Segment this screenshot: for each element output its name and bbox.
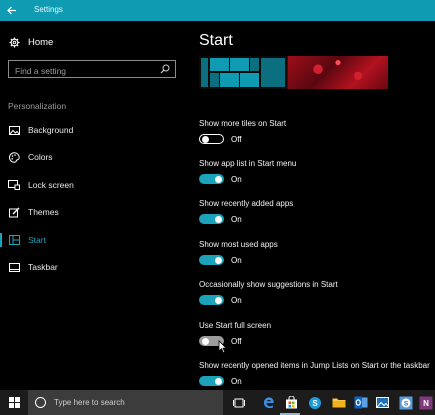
picture-icon: [8, 124, 20, 136]
setting-suggestions: Occasionally show suggestions in Start O…: [199, 280, 338, 305]
toggle-most-used[interactable]: [199, 255, 224, 265]
setting-full-screen: Use Start full screen Off: [199, 321, 271, 346]
setting-label: Show app list in Start menu: [199, 159, 297, 168]
find-setting-input[interactable]: [9, 63, 149, 79]
sidebar-item-themes[interactable]: Themes: [0, 202, 188, 222]
toggle-state: On: [231, 174, 242, 184]
sidebar-item-colors[interactable]: Colors: [0, 147, 188, 167]
toggle-state: On: [231, 376, 242, 386]
main-panel: Start Show more tiles on Start Off Show …: [188, 21, 435, 390]
start-grid-icon: [8, 234, 20, 246]
toggle-state: On: [231, 255, 242, 265]
taskbar-icon: [8, 261, 20, 273]
setting-more-tiles: Show more tiles on Start Off: [199, 119, 286, 144]
toggle-recently-added[interactable]: [199, 214, 224, 224]
preview-tiles: [199, 56, 287, 89]
monitor-lock-icon: [8, 179, 20, 191]
setting-label: Use Start full screen: [199, 321, 272, 330]
setting-label: Occasionally show suggestions in Start: [199, 280, 338, 289]
skype-icon[interactable]: S: [307, 394, 323, 411]
section-label: Personalization: [8, 101, 67, 111]
sidebar: Home Personalization Background Colors L…: [0, 21, 188, 390]
active-indicator: [0, 233, 2, 247]
onenote-icon[interactable]: N: [418, 394, 434, 411]
setting-label: Show most used apps: [199, 240, 278, 249]
brush-icon: [8, 206, 20, 218]
find-setting-box[interactable]: [8, 60, 176, 79]
task-view-icon[interactable]: [231, 394, 247, 411]
photos-icon[interactable]: [374, 394, 390, 411]
toggle-jump-lists[interactable]: [199, 376, 224, 386]
outlook-icon[interactable]: [353, 394, 369, 411]
setting-recently-added: Show recently added apps On: [199, 199, 293, 224]
setting-app-list: Show app list in Start menu On: [199, 159, 296, 184]
setting-label: Show recently opened items in Jump Lists…: [199, 361, 430, 370]
mouse-cursor-icon: [218, 340, 228, 354]
toggle-more-tiles[interactable]: [199, 134, 224, 144]
title-bar: Settings: [0, 0, 435, 21]
start-preview-image: [199, 56, 388, 89]
search-icon[interactable]: [160, 64, 170, 74]
sidebar-item-label: Lock screen: [28, 180, 74, 190]
sidebar-item-start[interactable]: Start: [0, 230, 188, 250]
cortana-icon[interactable]: [35, 397, 46, 408]
sidebar-item-label: Colors: [28, 152, 53, 162]
toggle-state: Off: [231, 336, 242, 346]
sidebar-item-background[interactable]: Background: [0, 120, 188, 140]
sidebar-item-lock-screen[interactable]: Lock screen: [0, 175, 188, 195]
taskbar-search-box[interactable]: [28, 390, 223, 415]
setting-label: Show recently added apps: [199, 199, 294, 208]
store-icon[interactable]: [283, 394, 299, 411]
svg-text:S: S: [404, 400, 409, 407]
sidebar-item-label: Taskbar: [28, 262, 58, 272]
sidebar-item-label: Background: [28, 125, 74, 135]
toggle-state: Off: [231, 134, 242, 144]
setting-most-used: Show most used apps On: [199, 240, 278, 265]
start-button[interactable]: [0, 390, 28, 415]
windows-logo-icon: [8, 397, 20, 408]
sidebar-item-taskbar[interactable]: Taskbar: [0, 257, 188, 277]
palette-icon: [8, 151, 20, 163]
back-button[interactable]: [0, 0, 24, 21]
taskbar-search-input[interactable]: [54, 398, 214, 407]
toggle-state: On: [231, 295, 242, 305]
skype-business-icon[interactable]: S: [398, 394, 414, 411]
sidebar-item-label: Start: [28, 235, 46, 245]
home-label: Home: [28, 36, 54, 48]
back-arrow-icon: [7, 6, 16, 15]
app-title: Settings: [34, 5, 63, 14]
setting-jump-lists: Show recently opened items in Jump Lists…: [199, 361, 435, 386]
setting-label: Show more tiles on Start: [199, 119, 287, 128]
edge-icon[interactable]: [260, 394, 276, 411]
toggle-state: On: [231, 214, 242, 224]
taskbar: S S N: [0, 390, 435, 415]
home-link[interactable]: Home: [8, 36, 53, 48]
sidebar-item-label: Themes: [28, 207, 59, 217]
toggle-app-list[interactable]: [199, 174, 224, 184]
svg-text:N: N: [423, 399, 429, 408]
preview-wallpaper: [288, 56, 388, 89]
file-explorer-icon[interactable]: [331, 394, 347, 411]
svg-text:S: S: [312, 399, 318, 408]
toggle-suggestions[interactable]: [199, 295, 224, 305]
gear-icon: [8, 36, 20, 48]
page-title: Start: [199, 32, 233, 49]
